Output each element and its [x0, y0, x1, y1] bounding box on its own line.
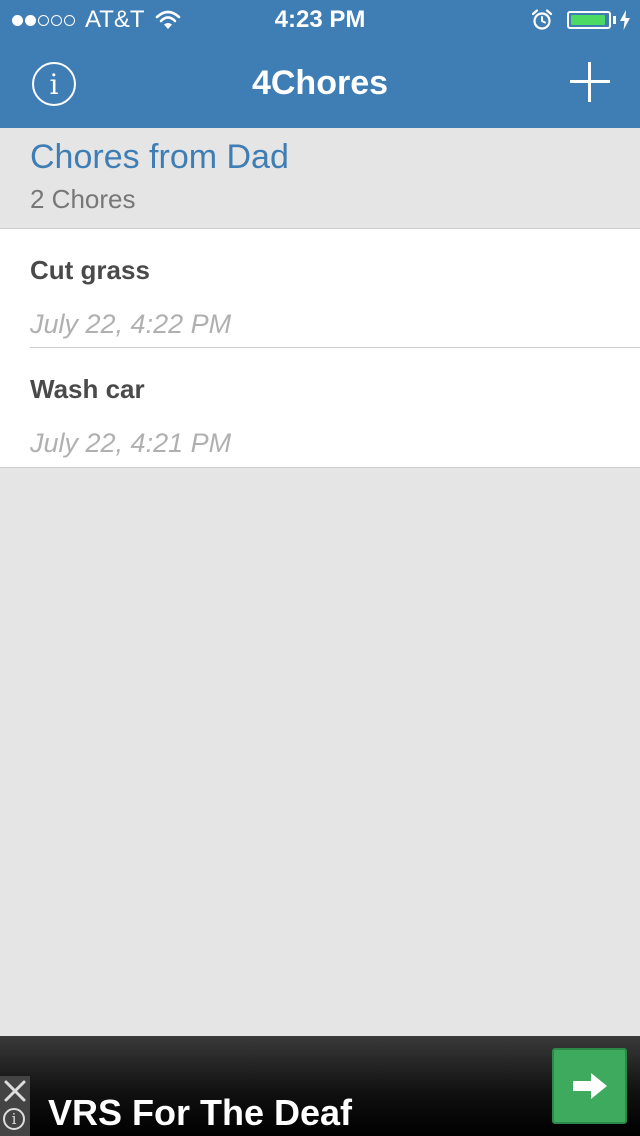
alarm-icon — [531, 9, 553, 30]
close-icon[interactable] — [2, 1078, 28, 1104]
chore-date: July 22, 4:21 PM — [30, 428, 232, 458]
chore-row[interactable]: Cut grass July 22, 4:22 PM — [0, 229, 640, 348]
navigation-bar: i 4Chores — [0, 40, 640, 128]
chore-count: 2 Chores — [30, 184, 136, 214]
chore-name: Cut grass — [30, 255, 150, 285]
chore-list: Cut grass July 22, 4:22 PM Wash car July… — [0, 228, 640, 468]
ad-text: VRS For The Deaf — [48, 1092, 353, 1133]
status-bar: AT&T 4:23 PM — [0, 0, 640, 40]
status-right — [531, 6, 630, 34]
charging-bolt-icon — [620, 10, 630, 30]
battery-level — [571, 15, 606, 25]
arrow-right-icon — [572, 1073, 607, 1099]
ad-controls: i — [0, 1076, 30, 1136]
page-title: 4Chores — [251, 64, 389, 102]
list-title: Chores from Dad — [30, 138, 289, 176]
ad-banner[interactable]: i VRS For The Deaf — [0, 1036, 640, 1136]
chore-row[interactable]: Wash car July 22, 4:21 PM — [0, 347, 640, 467]
plus-icon-stroke — [588, 62, 591, 102]
app-header: AT&T 4:23 PM i 4Chores — [0, 0, 640, 128]
ad-go-button[interactable] — [552, 1048, 627, 1124]
ad-info-icon[interactable]: i — [3, 1108, 25, 1130]
list-header: Chores from Dad 2 Chores — [0, 128, 640, 228]
battery-cap — [613, 16, 616, 24]
app-screen: AT&T 4:23 PM i 4Chores Chores from Dad 2… — [0, 0, 640, 1136]
chore-date: July 22, 4:22 PM — [30, 309, 232, 339]
battery-icon — [567, 11, 611, 29]
add-chore-button[interactable] — [570, 62, 610, 102]
chore-name: Wash car — [30, 374, 145, 404]
